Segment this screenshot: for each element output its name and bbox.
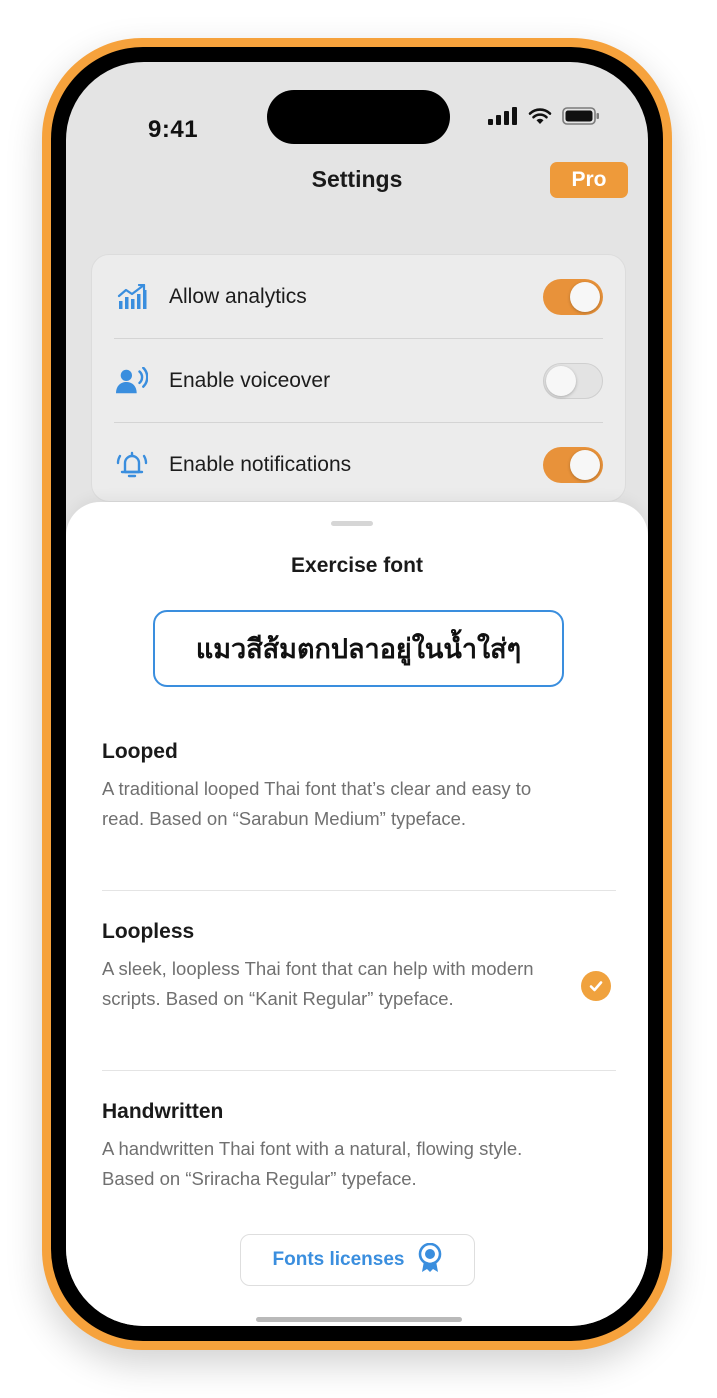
settings-card: Allow analytics Enable voiceover Enable … <box>91 254 626 502</box>
font-option-looped[interactable]: Looped A traditional looped Thai font th… <box>102 740 616 834</box>
fonts-licenses-label: Fonts licenses <box>272 1249 405 1270</box>
font-option-description: A handwritten Thai font with a natural, … <box>102 1138 523 1189</box>
voiceover-icon <box>116 365 148 397</box>
setting-label-notifications: Enable notifications <box>169 453 352 476</box>
status-time: 9:41 <box>148 116 199 143</box>
sheet-grabber[interactable] <box>331 521 373 526</box>
analytics-toggle[interactable] <box>543 279 603 315</box>
screen: 9:41 Settings Pro Allow analytics Enable… <box>66 62 648 1326</box>
dynamic-island <box>267 90 450 144</box>
toggle-knob <box>570 282 600 312</box>
home-indicator <box>256 1317 462 1322</box>
font-option-name: Handwritten <box>102 1100 224 1123</box>
font-option-name: Loopless <box>102 920 195 943</box>
toggle-knob <box>570 450 600 480</box>
setting-label-voiceover: Enable voiceover <box>169 369 331 392</box>
setting-label-analytics: Allow analytics <box>169 285 307 308</box>
checkmark-icon <box>581 971 611 1001</box>
battery-icon <box>562 107 600 130</box>
cellular-signal-icon <box>488 107 518 130</box>
font-option-description: A sleek, loopless Thai font that can hel… <box>102 958 534 1009</box>
toggle-knob <box>546 365 576 396</box>
font-preview-box: แมวสีส้มตกปลาอยู่ในน้ำใส่ๆ <box>153 610 564 687</box>
notifications-toggle[interactable] <box>543 447 603 483</box>
status-icons <box>488 107 600 130</box>
font-option-loopless[interactable]: Loopless A sleek, loopless Thai font tha… <box>102 920 616 1014</box>
divider <box>102 890 616 891</box>
fonts-licenses-button[interactable]: Fonts licenses <box>240 1234 475 1286</box>
setting-row-notifications[interactable]: Enable notifications <box>92 423 625 507</box>
font-option-handwritten[interactable]: Handwritten A handwritten Thai font with… <box>102 1100 616 1194</box>
phone-bezel: 9:41 Settings Pro Allow analytics Enable… <box>51 47 663 1341</box>
font-option-name: Looped <box>102 740 178 763</box>
sheet-title: Exercise font <box>291 554 423 577</box>
award-ribbon-icon <box>417 1242 443 1278</box>
bell-icon <box>116 449 148 481</box>
voiceover-toggle[interactable] <box>543 363 603 399</box>
setting-row-analytics[interactable]: Allow analytics <box>92 255 625 339</box>
divider <box>102 1070 616 1071</box>
analytics-icon <box>116 281 148 313</box>
setting-row-voiceover[interactable]: Enable voiceover <box>92 339 625 423</box>
font-option-description: A traditional looped Thai font that’s cl… <box>102 778 532 829</box>
pro-badge-button[interactable]: Pro <box>550 162 628 198</box>
phone-frame: 9:41 Settings Pro Allow analytics Enable… <box>42 38 672 1350</box>
font-bottom-sheet: Exercise font แมวสีส้มตกปลาอยู่ในน้ำใส่ๆ… <box>66 502 648 1326</box>
wifi-icon <box>528 107 552 130</box>
